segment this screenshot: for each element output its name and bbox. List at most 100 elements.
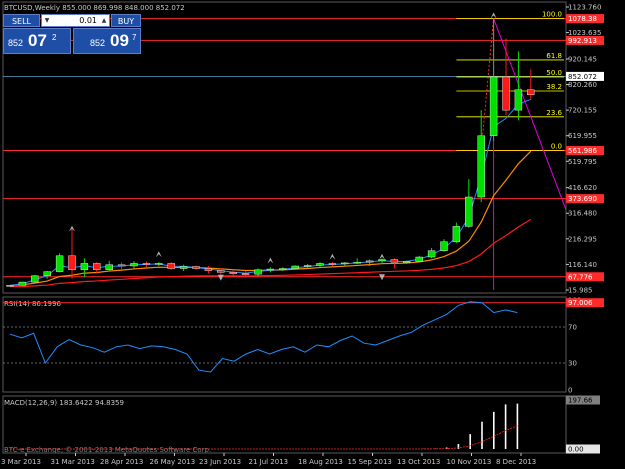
buy-quote-prefix: 852	[90, 38, 106, 48]
time-tick-label: 10 Nov 2013	[447, 458, 492, 466]
buy-quote-pip: 7	[132, 33, 137, 42]
price-tick-label: 619.955	[568, 132, 597, 140]
candle-body	[316, 263, 324, 266]
price-tag-label: 852.072	[568, 73, 597, 81]
fib-level-label: 38.2	[546, 83, 562, 91]
time-tick-label: 3 Mar 2013	[1, 458, 41, 466]
macd-bar	[481, 421, 483, 449]
candle-body	[105, 264, 113, 271]
rsi-tick-label: 0	[568, 387, 572, 395]
candle-body	[167, 263, 175, 269]
lot-increase-icon[interactable]: ▲	[100, 15, 108, 26]
trading-chart[interactable]: BTCUSD,Weekly 855.000 869.998 848.000 85…	[0, 0, 625, 469]
lot-size-box: ▼ ▲	[41, 14, 110, 27]
fib-level-label: 0.0	[551, 143, 562, 151]
time-tick-label: 8 Dec 2013	[496, 458, 536, 466]
lot-decrease-icon[interactable]: ▼	[43, 15, 51, 26]
candle-body	[465, 196, 473, 227]
candle-body	[266, 268, 275, 271]
price-tick-label: 116.140	[568, 261, 597, 269]
candle-body	[31, 275, 39, 283]
candle-body	[279, 268, 287, 270]
candle-body	[390, 259, 399, 263]
lot-size-input[interactable]	[52, 15, 97, 26]
candle-body	[93, 263, 101, 271]
candle-body	[291, 265, 299, 269]
rsi-title: RSI(14) 86.1996	[4, 300, 61, 308]
macd-title: MACD(12,26,9) 183.6422 94.8359	[4, 399, 124, 407]
buy-quote[interactable]: 852 09 7	[73, 28, 141, 54]
price-tick-label: 1123.760	[568, 4, 601, 12]
candle-body	[117, 264, 126, 267]
candle-body	[80, 263, 89, 271]
candle-body	[254, 269, 262, 275]
candle-body	[514, 89, 523, 111]
rsi-tag-label: 97.006	[568, 299, 593, 307]
sell-quote-main: 07	[28, 31, 47, 50]
candle-body	[403, 261, 411, 263]
candle-body	[179, 266, 188, 269]
candle-body	[452, 226, 461, 242]
candle-body	[341, 262, 349, 265]
candle-body	[303, 265, 312, 267]
candle-body	[192, 266, 200, 269]
fib-level-label: 100.0	[542, 11, 562, 19]
candle-body	[55, 255, 64, 272]
candle-body	[440, 241, 448, 251]
time-tick-label: 26 May 2013	[150, 458, 196, 466]
candle-body	[489, 76, 498, 136]
rsi-tick-label: 70	[568, 324, 577, 332]
time-tick-label: 15 Sep 2013	[348, 458, 392, 466]
price-tick-label: 15.985	[568, 287, 593, 295]
candle-body	[477, 135, 485, 198]
sell-button[interactable]: SELL	[3, 14, 40, 27]
candle-body	[378, 259, 386, 262]
candle-body	[43, 271, 51, 276]
candle-body	[217, 270, 225, 273]
chart-title: BTCUSD,Weekly 855.000 869.998 848.000 85…	[4, 4, 185, 12]
one-click-trading-panel: SELL ▼ ▲ BUY 852 07 2 852 09 7	[3, 13, 141, 54]
candle-body	[353, 261, 361, 264]
sell-quote-pip: 2	[52, 33, 57, 42]
candle-body	[328, 263, 337, 265]
candle-body	[427, 250, 436, 258]
macd-tick-label: 197.66	[568, 397, 593, 405]
candle-body	[6, 285, 14, 287]
price-tick-label: 519.795	[568, 158, 597, 166]
macd-tick-label: 0.00	[568, 446, 584, 454]
fib-level-label: 61.8	[546, 52, 562, 60]
buy-button[interactable]: BUY	[111, 14, 141, 27]
candle-body	[502, 76, 510, 111]
time-tick-label: 23 Jun 2013	[199, 458, 241, 466]
sell-quote[interactable]: 852 07 2	[3, 28, 71, 54]
time-tick-label: 21 Jul 2013	[249, 458, 289, 466]
time-tick-label: 13 Oct 2013	[397, 458, 440, 466]
candle-body	[365, 260, 374, 263]
price-tag-label: 373.690	[568, 195, 597, 203]
candle-body	[204, 268, 213, 271]
time-tick-label: 18 Aug 2013	[298, 458, 343, 466]
price-tick-label: 820.260	[568, 81, 597, 89]
price-tick-label: 920.145	[568, 56, 597, 64]
candle-body	[527, 89, 535, 96]
price-tag-label: 561.986	[568, 147, 597, 155]
sell-quote-prefix: 852	[8, 38, 24, 48]
price-tag-label: 1078.38	[568, 15, 597, 23]
price-tick-label: 316.480	[568, 210, 597, 218]
price-tick-label: 416.620	[568, 184, 597, 192]
price-tick-label: 720.155	[568, 107, 597, 115]
fib-level-label: 50.0	[546, 69, 562, 77]
macd-bar	[493, 411, 495, 449]
candle-body	[18, 281, 27, 286]
time-tick-label: 31 Mar 2013	[51, 458, 95, 466]
candle-body	[229, 272, 237, 274]
price-tick-label: 1023.635	[568, 29, 601, 37]
candle-body	[68, 255, 76, 271]
candle-body	[142, 263, 151, 265]
candle-body	[415, 256, 423, 262]
macd-bar	[504, 404, 507, 449]
candle-body	[241, 273, 250, 275]
price-tag-label: 992.913	[568, 37, 597, 45]
candle-body	[130, 263, 138, 267]
candle-body	[155, 263, 163, 265]
